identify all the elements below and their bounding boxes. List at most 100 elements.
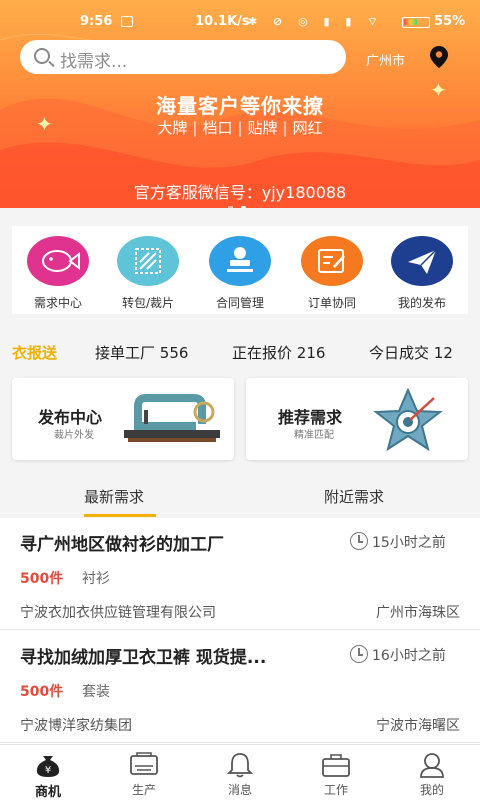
user-icon bbox=[417, 752, 447, 778]
nav-business[interactable]: ¥ 商机 bbox=[0, 745, 96, 800]
listing-title: 寻广州地区做衬衫的加工厂 bbox=[20, 535, 224, 555]
entry-my-posts[interactable]: 我的发布 bbox=[382, 236, 462, 311]
entry-subcontract[interactable]: 转包/裁片 bbox=[108, 236, 188, 311]
stat-factories: 接单工厂 556 bbox=[95, 342, 188, 363]
stat-value: 216 bbox=[296, 344, 326, 362]
nav-profile[interactable]: 我的 bbox=[384, 745, 480, 800]
bell-icon bbox=[225, 752, 255, 778]
sewing-machine-icon bbox=[124, 394, 220, 442]
banner-tag: 网红 bbox=[292, 119, 323, 137]
status-bar: 9:56 10.1K/s ✱ ⊘ ◎ ▮ ▮ ⌔ 55% bbox=[0, 12, 480, 34]
clock-icon bbox=[350, 645, 368, 663]
tab-latest[interactable]: 最新需求 bbox=[84, 486, 144, 507]
money-bag-icon: ¥ bbox=[33, 752, 63, 778]
notification-app-icon bbox=[121, 16, 133, 27]
stat-value: 556 bbox=[159, 344, 189, 362]
carousel-dot-active bbox=[241, 206, 246, 208]
banner-title: 海量客户等你来撩 bbox=[156, 94, 324, 118]
banner-tags: 大牌 | 档口 | 贴牌 | 网红 bbox=[0, 117, 480, 138]
location-pin-icon[interactable] bbox=[430, 46, 448, 68]
carousel-indicator bbox=[228, 195, 254, 208]
entry-label: 合同管理 bbox=[215, 296, 264, 310]
edit-note-icon bbox=[301, 236, 363, 286]
briefcase-icon bbox=[321, 752, 351, 778]
listing-location: 广州市海珠区 bbox=[376, 605, 460, 621]
battery-level bbox=[404, 19, 417, 25]
carousel-dot bbox=[228, 206, 233, 208]
listing-category: 衬衫 bbox=[82, 571, 110, 587]
listing-quantity: 500件 bbox=[20, 571, 64, 587]
brand-label: 衣报送 bbox=[12, 344, 58, 362]
nav-label: 商机 bbox=[34, 785, 61, 800]
nav-label: 我的 bbox=[419, 783, 444, 797]
fish-icon bbox=[27, 236, 89, 286]
tag-divider: | bbox=[237, 119, 243, 137]
star-target-icon bbox=[373, 388, 443, 452]
stamp-icon bbox=[209, 236, 271, 286]
paper-plane-icon bbox=[391, 236, 453, 286]
list-item[interactable]: 寻广州地区做衬衫的加工厂 15小时之前 500件 衬衫 宁波衣加衣供应链管理有限… bbox=[0, 518, 480, 630]
network-speed: 10.1K/s bbox=[195, 14, 250, 29]
list-item[interactable]: 寻找加绒加厚卫衣卫裤 现货提... 16小时之前 500件 套装 宁波博洋家纺集… bbox=[0, 631, 480, 743]
card-title: 发布中心 bbox=[38, 408, 103, 427]
card-title: 推荐需求 bbox=[278, 408, 343, 427]
fabric-icon bbox=[117, 236, 179, 286]
banner-tag: 贴牌 bbox=[247, 119, 278, 137]
card-subtitle: 精准匹配 bbox=[294, 430, 334, 441]
listing-location: 宁波市海曙区 bbox=[376, 718, 460, 734]
publish-center-card[interactable]: 发布中心 裁片外发 bbox=[12, 378, 234, 460]
listing-category: 套装 bbox=[82, 684, 110, 700]
demand-list: 寻广州地区做衬衫的加工厂 15小时之前 500件 衬衫 宁波衣加衣供应链管理有限… bbox=[0, 518, 480, 744]
listing-company: 宁波衣加衣供应链管理有限公司 bbox=[20, 605, 216, 621]
status-icons: ✱ ⊘ ◎ ▮ ▮ ⌔ bbox=[248, 15, 384, 28]
listing-time: 16小时之前 bbox=[372, 648, 446, 664]
nav-label: 生产 bbox=[131, 783, 156, 797]
search-input[interactable]: 找需求... bbox=[20, 40, 346, 74]
recommended-card[interactable]: 推荐需求 精准匹配 bbox=[246, 378, 468, 460]
tag-divider: | bbox=[282, 119, 288, 137]
banner-tag: 档口 bbox=[202, 119, 233, 137]
entry-label: 需求中心 bbox=[33, 296, 82, 310]
entry-label: 转包/裁片 bbox=[121, 296, 175, 310]
stat-label: 正在报价 bbox=[232, 344, 293, 362]
tag-divider: | bbox=[192, 119, 198, 137]
tab-indicator bbox=[84, 514, 156, 517]
app-screen: 9:56 10.1K/s ✱ ⊘ ◎ ▮ ▮ ⌔ 55% 找需求... 广州市 … bbox=[0, 0, 480, 800]
banner-tag: 大牌 bbox=[157, 119, 188, 137]
stat-quoting: 正在报价 216 bbox=[232, 342, 325, 363]
city-selector[interactable]: 广州市 bbox=[366, 50, 405, 69]
tab-nearby[interactable]: 附近需求 bbox=[324, 486, 384, 507]
entry-demand-center[interactable]: 需求中心 bbox=[18, 236, 98, 311]
quick-entry-grid: 需求中心 转包/裁片 合同管理 订单协同 我的发布 bbox=[12, 226, 468, 314]
stats-ticker: 衣报送 接单工厂 556 正在报价 216 今日成交 12 bbox=[0, 330, 480, 370]
nav-label: 工作 bbox=[323, 783, 348, 797]
clock-icon bbox=[350, 532, 368, 550]
status-time: 9:56 bbox=[80, 14, 113, 29]
battery-percent: 55% bbox=[434, 14, 466, 29]
demand-tabs: 最新需求 附近需求 bbox=[0, 474, 480, 518]
listing-quantity: 500件 bbox=[20, 684, 64, 700]
listing-title: 寻找加绒加厚卫衣卫裤 现货提... bbox=[20, 648, 267, 668]
stat-label: 接单工厂 bbox=[95, 344, 156, 362]
listing-company: 宁波博洋家纺集团 bbox=[20, 718, 132, 734]
entry-order-sync[interactable]: 订单协同 bbox=[292, 236, 372, 311]
entry-contracts[interactable]: 合同管理 bbox=[200, 236, 280, 311]
nav-messages[interactable]: 消息 bbox=[192, 745, 288, 800]
stat-label: 今日成交 bbox=[369, 344, 430, 362]
stat-deals-today: 今日成交 12 bbox=[369, 342, 453, 363]
printer-icon bbox=[129, 752, 159, 778]
nav-label: 消息 bbox=[227, 783, 252, 797]
entry-label: 我的发布 bbox=[397, 296, 446, 310]
promo-banner[interactable]: 9:56 10.1K/s ✱ ⊘ ◎ ▮ ▮ ⌔ 55% 找需求... 广州市 … bbox=[0, 0, 480, 208]
stat-value: 12 bbox=[433, 344, 453, 362]
battery-icon bbox=[402, 17, 430, 28]
search-icon bbox=[34, 48, 50, 64]
listing-time: 15小时之前 bbox=[372, 535, 446, 551]
nav-work[interactable]: 工作 bbox=[288, 745, 384, 800]
search-placeholder: 找需求... bbox=[60, 52, 128, 72]
bottom-nav: ¥ 商机 生产 消息 工作 我的 bbox=[0, 744, 480, 800]
entry-label: 订单协同 bbox=[307, 296, 356, 310]
card-subtitle: 裁片外发 bbox=[54, 430, 94, 441]
svg-text:¥: ¥ bbox=[45, 765, 51, 776]
nav-production[interactable]: 生产 bbox=[96, 745, 192, 800]
